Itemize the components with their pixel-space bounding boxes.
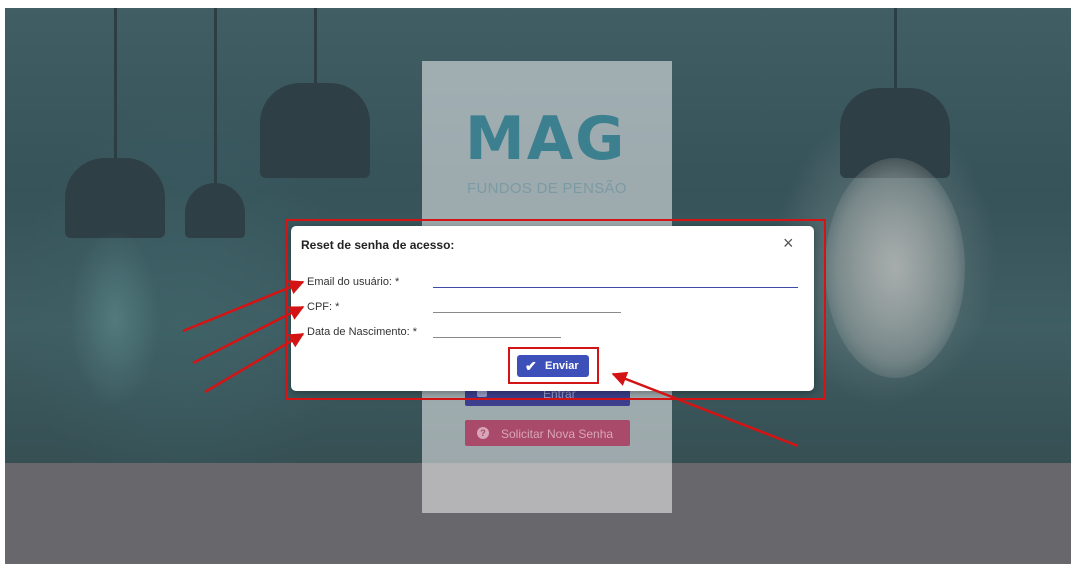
request-password-label: Solicitar Nova Senha (501, 427, 614, 441)
logo-subtitle: FUNDOS DE PENSÃO (467, 180, 627, 197)
mag-logo: MAG (465, 104, 627, 174)
submit-highlight-box (508, 347, 599, 384)
question-icon: ? (477, 427, 489, 439)
request-password-button: ? Solicitar Nova Senha (465, 420, 630, 446)
